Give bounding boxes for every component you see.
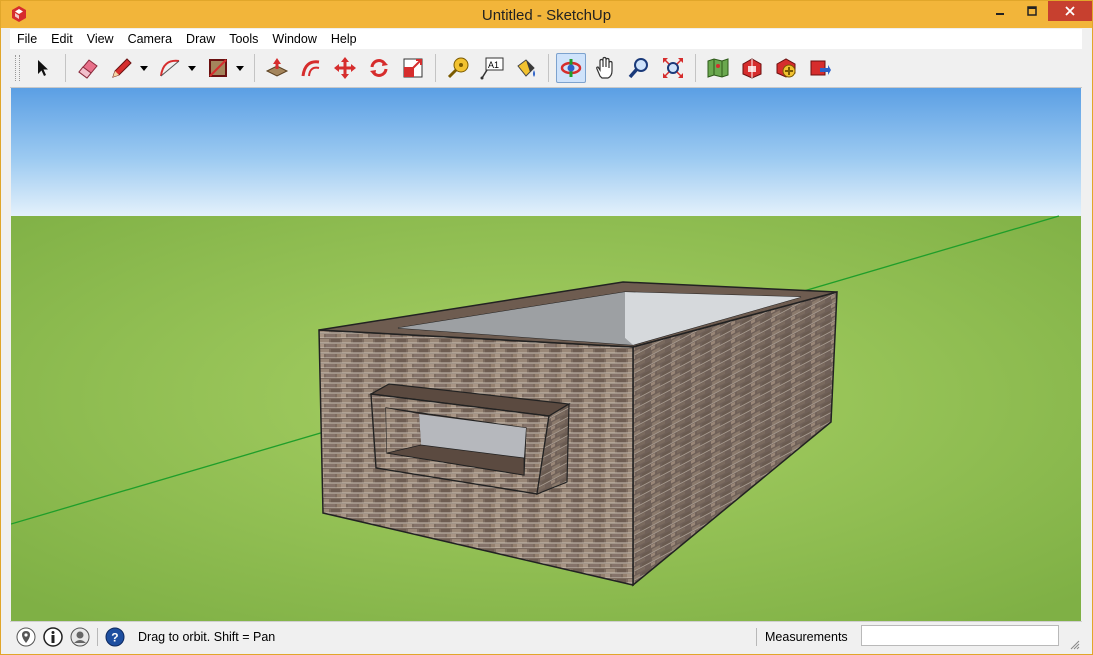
scale-tool-button[interactable] [398, 53, 428, 83]
eraser-tool-button[interactable] [73, 53, 103, 83]
toolbar-separator [548, 54, 549, 82]
orbit-icon [560, 59, 582, 77]
user-button[interactable] [69, 626, 91, 648]
pan-tool-button[interactable] [590, 53, 620, 83]
tape-measure-icon [447, 57, 469, 79]
menu-camera[interactable]: Camera [121, 32, 179, 46]
help-button[interactable]: ? [104, 626, 126, 648]
model-viewport[interactable] [11, 88, 1082, 621]
line-tool-button[interactable] [107, 53, 137, 83]
move-tool-button[interactable] [330, 53, 360, 83]
credits-button[interactable] [42, 626, 64, 648]
svg-text:A1: A1 [488, 60, 499, 70]
toolbar-separator [435, 54, 436, 82]
zoom-extents-icon [663, 58, 683, 78]
eraser-icon [78, 59, 98, 79]
geo-location-icon [16, 627, 36, 647]
arc-tool-dropdown[interactable] [187, 53, 197, 83]
extension-warehouse-icon [776, 58, 796, 78]
warehouse-tool-button[interactable] [737, 53, 767, 83]
maximize-icon [1027, 6, 1037, 16]
menu-edit[interactable]: Edit [44, 32, 80, 46]
menu-help[interactable]: Help [324, 32, 364, 46]
toolbar-separator [254, 54, 255, 82]
pencil-icon [112, 58, 132, 78]
scale-icon [403, 58, 423, 78]
maximize-button[interactable] [1016, 1, 1048, 21]
chevron-down-icon [140, 65, 148, 71]
move-icon [334, 57, 356, 79]
close-icon [1065, 6, 1075, 16]
map-tool-button[interactable] [703, 53, 733, 83]
menu-window[interactable]: Window [265, 32, 323, 46]
measurements-label: Measurements [765, 630, 848, 644]
help-icon: ? [105, 627, 125, 647]
menu-tools[interactable]: Tools [222, 32, 265, 46]
viewport-edge [1081, 88, 1091, 621]
window-controls [984, 1, 1092, 21]
svg-text:?: ? [111, 631, 118, 645]
extension-warehouse-tool-button[interactable] [771, 53, 801, 83]
measurements-input[interactable] [861, 625, 1059, 646]
menu-bar: File Edit View Camera Draw Tools Window … [10, 29, 1082, 49]
arc-icon [160, 59, 180, 77]
status-message: Drag to orbit. Shift = Pan [138, 630, 276, 644]
rectangle-tool-dropdown[interactable] [235, 53, 245, 83]
window-title: Untitled - SketchUp [481, 7, 612, 24]
menu-draw[interactable]: Draw [179, 32, 222, 46]
toolbar-grip[interactable] [15, 55, 20, 81]
text-icon: A1 [480, 57, 504, 80]
user-icon [70, 627, 90, 647]
resize-grip-icon[interactable] [1070, 640, 1080, 650]
orbit-tool-button[interactable] [556, 53, 586, 83]
select-tool-button[interactable] [28, 53, 58, 83]
rotate-tool-button[interactable] [364, 53, 394, 83]
toolbar-separator [695, 54, 696, 82]
status-separator [97, 628, 98, 646]
toolbar-separator [65, 54, 66, 82]
magnifier-icon [628, 58, 648, 79]
credits-icon [43, 627, 63, 647]
share-model-tool-button[interactable] [805, 53, 835, 83]
minimize-button[interactable] [984, 1, 1016, 21]
scene-canvas[interactable] [11, 88, 1082, 621]
sketchup-logo-icon [12, 6, 26, 22]
push-pull-icon [265, 58, 289, 77]
geo-location-button[interactable] [15, 626, 37, 648]
sky [11, 88, 1082, 216]
rotate-icon [370, 59, 388, 77]
cursor-arrow-icon [38, 60, 48, 76]
offset-tool-button[interactable] [296, 53, 326, 83]
chevron-down-icon [188, 65, 196, 71]
minimize-icon [996, 13, 1004, 15]
hand-icon [596, 56, 613, 79]
line-tool-dropdown[interactable] [139, 53, 149, 83]
offset-icon [301, 60, 320, 77]
title-bar: Untitled - SketchUp [1, 1, 1092, 28]
close-button[interactable] [1048, 1, 1092, 21]
arc-tool-button[interactable] [155, 53, 185, 83]
chevron-down-icon [236, 65, 244, 71]
menu-file[interactable]: File [10, 32, 44, 46]
sketchup-window: Untitled - SketchUp File Edit View Camer… [0, 0, 1093, 655]
text-tool-button[interactable]: A1 [477, 53, 507, 83]
rectangle-icon [209, 59, 227, 77]
status-separator [756, 628, 757, 646]
paint-bucket-tool-button[interactable] [511, 53, 541, 83]
zoom-extents-tool-button[interactable] [658, 53, 688, 83]
menu-view[interactable]: View [80, 32, 121, 46]
main-toolbar: A1 [10, 49, 1082, 88]
zoom-tool-button[interactable] [624, 53, 654, 83]
map-icon [707, 58, 729, 78]
warehouse-icon [742, 58, 762, 79]
tape-measure-tool-button[interactable] [443, 53, 473, 83]
rectangle-tool-button[interactable] [203, 53, 233, 83]
status-bar: ? Drag to orbit. Shift = Pan Measurement… [10, 621, 1082, 652]
share-model-icon [810, 60, 831, 76]
paint-bucket-icon [517, 59, 535, 77]
push-pull-tool-button[interactable] [262, 53, 292, 83]
